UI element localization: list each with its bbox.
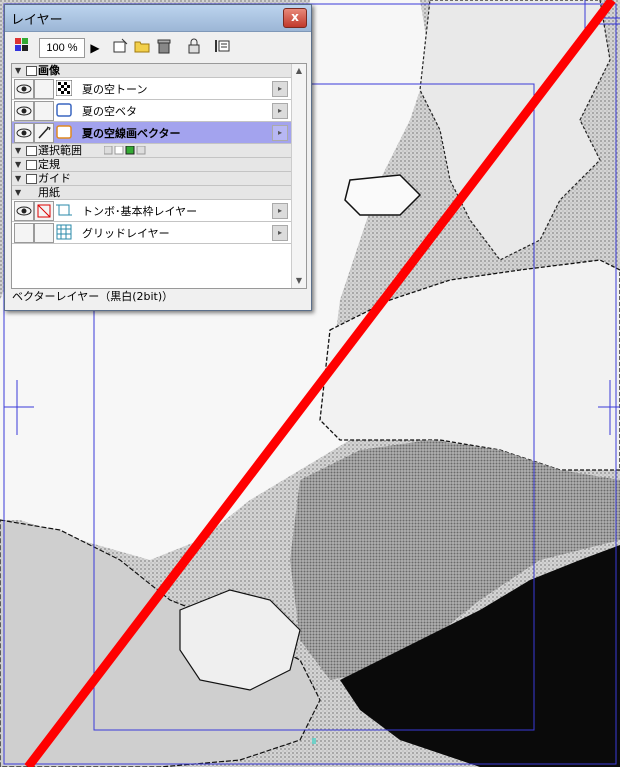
group-guide-icon xyxy=(26,174,37,184)
layer-properties-icon[interactable]: ▸ xyxy=(272,225,288,241)
pen-edit-icon[interactable] xyxy=(34,123,54,143)
layer-row-tone[interactable]: 夏の空トーン ▸ xyxy=(12,78,292,100)
scroll-down-icon[interactable]: ▼ xyxy=(292,274,306,288)
layer-properties-icon[interactable]: ▸ xyxy=(272,81,288,97)
group-ruler[interactable]: ▼ 定規 xyxy=(12,158,292,172)
palette-title: レイヤー xyxy=(11,12,63,27)
layer-name: 夏の空線画ベクター xyxy=(82,127,181,140)
trash-icon[interactable] xyxy=(155,38,173,58)
grid-layer-icon xyxy=(56,224,72,240)
new-folder-icon[interactable] xyxy=(133,38,151,58)
lock-toggle[interactable] xyxy=(34,101,54,121)
no-print-icon[interactable] xyxy=(34,201,54,221)
canvas-marker xyxy=(312,738,316,744)
layer-properties-icon[interactable]: ▸ xyxy=(272,125,288,141)
panel-menu-icon[interactable] xyxy=(213,38,231,58)
layer-name: 夏の空ベタ xyxy=(82,105,137,118)
group-image-label: 画像 xyxy=(38,64,60,77)
status-bar: ベクターレイヤー（黒白(2bit)） xyxy=(12,290,174,303)
layer-list[interactable]: ▼ 画像 夏の空トーン ▸ 夏の空ベタ ▸ 夏の空線画ベクター ▸ ▼ 選択範囲… xyxy=(11,63,307,289)
palette-title-bar[interactable]: レイヤー x xyxy=(5,5,311,32)
layer-name: グリッドレイヤー xyxy=(82,227,170,240)
raster-layer-icon xyxy=(56,102,72,118)
layer-row-trim[interactable]: トンボ･基本枠レイヤー ▸ xyxy=(12,200,292,222)
layer-palette: レイヤー x 100 % ▶ ▼ 画像 夏の空トーン ▸ 夏の空ベタ ▸ 夏の空… xyxy=(4,4,312,311)
play-icon[interactable]: ▶ xyxy=(89,38,101,58)
expand-triangle-icon[interactable]: ▼ xyxy=(15,186,21,199)
color-palette-icon[interactable] xyxy=(13,38,31,58)
scroll-up-icon[interactable]: ▲ xyxy=(292,64,306,78)
tone-layer-icon xyxy=(55,79,73,97)
layer-row-grid[interactable]: グリッドレイヤー ▸ xyxy=(12,222,292,244)
vector-layer-icon xyxy=(56,124,72,140)
zoom-field[interactable]: 100 % xyxy=(39,38,85,58)
group-selection-label: 選択範囲 xyxy=(38,144,82,157)
scrollbar[interactable]: ▲ ▼ xyxy=(291,64,306,288)
group-ruler-label: 定規 xyxy=(38,158,60,171)
group-selection-icon xyxy=(26,146,37,156)
group-paper-label: 用紙 xyxy=(38,186,60,199)
layer-row-fill[interactable]: 夏の空ベタ ▸ xyxy=(12,100,292,122)
layer-name: トンボ･基本枠レイヤー xyxy=(82,205,198,218)
layer-properties-icon[interactable]: ▸ xyxy=(272,203,288,219)
group-ruler-icon xyxy=(26,160,37,170)
visibility-toggle[interactable] xyxy=(14,201,34,221)
close-button[interactable]: x xyxy=(283,8,307,28)
group-guide[interactable]: ▼ ガイド xyxy=(12,172,292,186)
layer-row-vector-selected[interactable]: 夏の空線画ベクター ▸ xyxy=(12,122,292,144)
visibility-toggle[interactable] xyxy=(14,79,34,99)
visibility-toggle[interactable] xyxy=(14,223,34,243)
expand-triangle-icon[interactable]: ▼ xyxy=(15,144,21,157)
visibility-toggle[interactable] xyxy=(14,123,34,143)
layer-name: 夏の空トーン xyxy=(82,83,148,96)
visibility-toggle[interactable] xyxy=(14,101,34,121)
group-image[interactable]: ▼ 画像 xyxy=(12,64,292,78)
layer-properties-icon[interactable]: ▸ xyxy=(272,103,288,119)
group-paper[interactable]: ▼ 用紙 xyxy=(12,186,292,200)
lock-toggle[interactable] xyxy=(34,79,54,99)
group-image-icon xyxy=(26,66,37,76)
expand-triangle-icon[interactable]: ▼ xyxy=(15,64,21,77)
trim-layer-icon xyxy=(56,202,72,218)
palette-toolbar: 100 % ▶ xyxy=(9,35,307,61)
group-selection[interactable]: ▼ 選択範囲 xyxy=(12,144,292,158)
expand-triangle-icon[interactable]: ▼ xyxy=(15,158,21,171)
group-guide-label: ガイド xyxy=(38,172,71,185)
new-layer-icon[interactable] xyxy=(111,38,129,58)
expand-triangle-icon[interactable]: ▼ xyxy=(15,172,21,185)
lock-icon[interactable] xyxy=(185,38,203,58)
lock-toggle[interactable] xyxy=(34,223,54,243)
